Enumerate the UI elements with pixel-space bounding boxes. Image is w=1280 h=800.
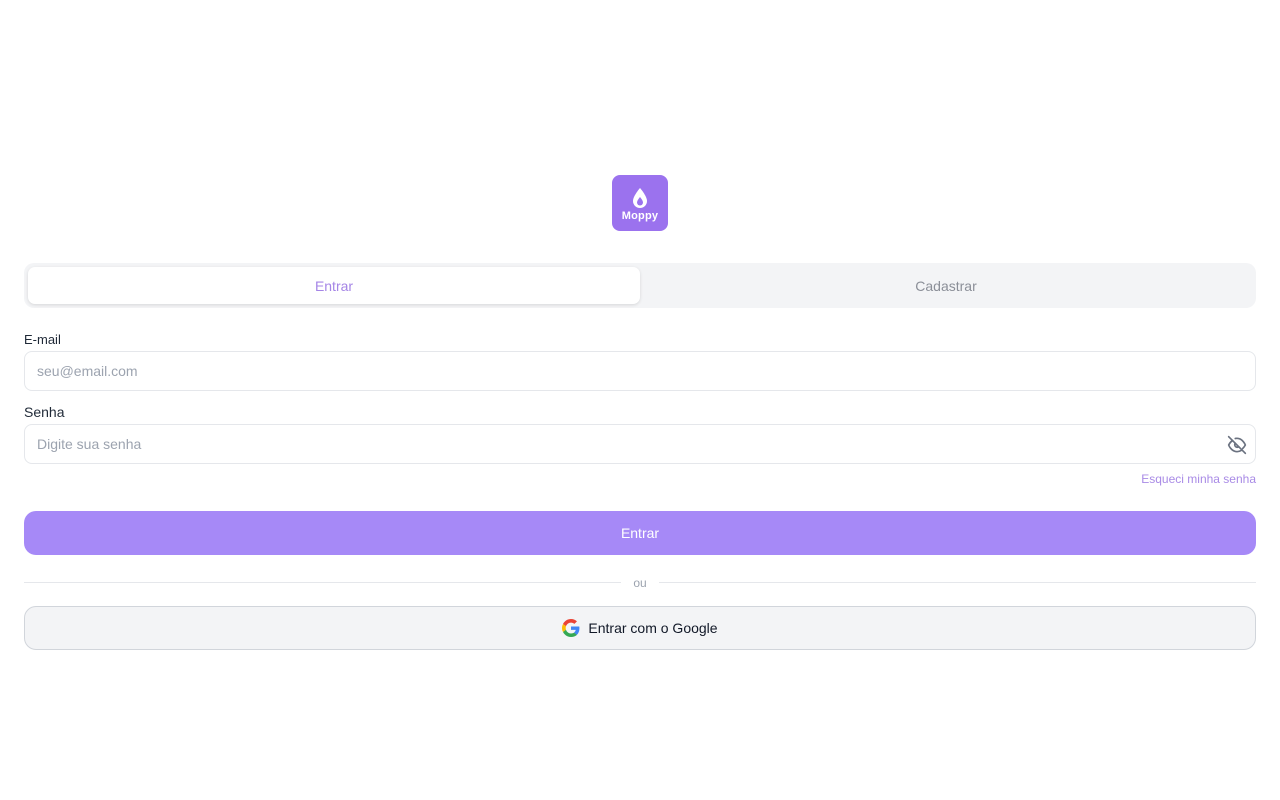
auth-tabs: Entrar Cadastrar bbox=[24, 263, 1256, 308]
droplet-icon bbox=[633, 187, 647, 208]
password-field[interactable] bbox=[25, 425, 1255, 463]
email-label: E-mail bbox=[24, 332, 61, 347]
tab-cadastrar[interactable]: Cadastrar bbox=[640, 267, 1252, 304]
tab-entrar[interactable]: Entrar bbox=[28, 267, 640, 304]
google-login-button[interactable]: Entrar com o Google bbox=[24, 606, 1256, 650]
login-button[interactable]: Entrar bbox=[24, 511, 1256, 555]
app-logo: Moppy bbox=[612, 175, 668, 231]
or-divider: ou bbox=[24, 574, 1257, 591]
password-label: Senha bbox=[24, 404, 65, 420]
email-field[interactable] bbox=[25, 352, 1255, 390]
divider-line-right bbox=[658, 582, 1257, 583]
divider-line-left bbox=[24, 582, 622, 583]
google-login-label: Entrar com o Google bbox=[588, 620, 718, 636]
password-field-wrapper bbox=[24, 424, 1256, 464]
google-icon bbox=[562, 619, 580, 637]
login-page: Moppy Entrar Cadastrar E-mail Senha Esqu… bbox=[0, 0, 1280, 800]
forgot-password-link[interactable]: Esqueci minha senha bbox=[1141, 472, 1256, 487]
email-field-wrapper bbox=[24, 351, 1256, 391]
divider-label: ou bbox=[633, 575, 647, 590]
eye-off-icon[interactable] bbox=[1226, 434, 1248, 456]
logo-text: Moppy bbox=[621, 209, 659, 222]
